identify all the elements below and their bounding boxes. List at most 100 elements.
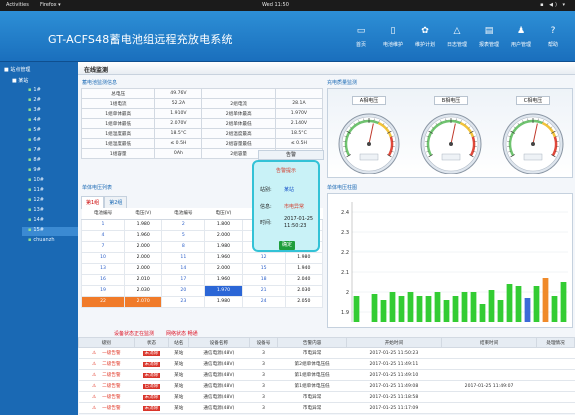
- alarm-cell-2: 某站: [168, 347, 189, 359]
- nav-button-battery[interactable]: ▯ 电池维护: [377, 26, 409, 48]
- voltage-gauge: [420, 113, 482, 174]
- alarm-cell-text: 某站: [174, 384, 184, 389]
- voltage-bar: [380, 300, 387, 322]
- tree-root[interactable]: ■ 站点管理: [4, 66, 30, 73]
- alarm-cell-text: 2017-01-25 11:49:07: [464, 383, 514, 389]
- tree-item[interactable]: ▪ 14#: [28, 217, 76, 226]
- info-label: 2组单体最低: [201, 118, 276, 129]
- cell-number: 13: [80, 262, 126, 275]
- cell-voltage: 2.050: [284, 295, 324, 308]
- tree-item[interactable]: ▪ 8#: [28, 157, 76, 166]
- info-row: 1组电流 52.2A 2组电流 28.1A: [80, 98, 324, 109]
- leaf-icon: ▪: [28, 217, 32, 223]
- cell-number: 12: [241, 251, 286, 264]
- tree-item[interactable]: ▪ 7#: [28, 147, 76, 156]
- alarm-cell-1: 未消除: [134, 391, 169, 403]
- tree-item[interactable]: ▪ 12#: [28, 197, 76, 206]
- tree-item[interactable]: ▪ 5#: [28, 127, 76, 136]
- info-label: 1组单体最低: [80, 118, 156, 129]
- cell-number: 18: [241, 273, 286, 286]
- leaf-icon: ▪: [28, 87, 32, 93]
- cell-number: 24: [241, 295, 286, 308]
- activities-button[interactable]: Activities: [6, 2, 29, 8]
- alarm-column-header: 状态: [133, 337, 170, 348]
- alarm-cell-7: [441, 369, 537, 381]
- voltage-bar: [488, 290, 495, 322]
- tree-item[interactable]: ▪ 2#: [28, 97, 76, 106]
- warning-icon: ⚠: [92, 395, 97, 400]
- cell-voltage: 1.980: [204, 295, 243, 308]
- alarm-cell-6: 2017-01-25 11:49:10: [346, 369, 442, 381]
- tree-item[interactable]: ▪ 11#: [28, 187, 76, 196]
- nav-button-report[interactable]: ▤ 报表管理: [473, 26, 505, 48]
- table-row: 13 2.000 14 2.000 15 1.940: [80, 262, 324, 275]
- info-label: 2组单体最高: [201, 108, 276, 119]
- alarm-cell-7: [441, 391, 537, 403]
- table-row[interactable]: ⚠ 一级告警 未消除 某站 通信电源(48V) 3 市电异常 2017-01-25 11:17…: [78, 402, 575, 414]
- alarm-column-header: 设备名称: [188, 337, 250, 348]
- table-row[interactable]: ⚠ 一级告警 未消除 某站 通信电源(48V) 3 市电异常 2017-01-25 11:18…: [78, 391, 575, 403]
- alarm-status-badge: 未消除: [142, 351, 161, 356]
- info-label: 2组电流: [201, 98, 276, 109]
- alarm-status-badge: 未消除: [142, 373, 161, 378]
- cell-voltage: 2.000: [204, 262, 243, 275]
- cell-number: 23: [161, 295, 206, 308]
- alarm-cell-5: 第1组单体电压低: [277, 369, 347, 381]
- info-value: 18.5°C: [154, 128, 203, 139]
- tree-item[interactable]: ▪ chuanzh: [28, 237, 76, 246]
- nav-label: 首页: [355, 42, 366, 48]
- tree-item[interactable]: ▪ 9#: [28, 167, 76, 176]
- alarm-cell-5: 第1组单体电压低: [277, 380, 347, 392]
- table-row[interactable]: ⚠ 二级告警 未消除 某站 通信电源(48V) 3 第1组单体电压低 2017-01-25 1…: [78, 369, 575, 381]
- tree-item[interactable]: ▪ 3#: [28, 107, 76, 116]
- alarm-cell-text: 某站: [174, 362, 184, 367]
- gauge-label: C相电压: [516, 96, 550, 105]
- table-row[interactable]: ⚠ 二级告警 已消除 某站 通信电源(48V) 3 第1组单体电压低 2017-01-25 1…: [78, 380, 575, 392]
- alarm-cell-text: 第1组单体电压低: [294, 373, 330, 378]
- app-title: GT-ACFS48蓄电池组远程充放电系统: [48, 33, 233, 46]
- nav-button-help[interactable]: ? 帮助: [537, 26, 569, 48]
- tree-item[interactable]: ▪ 13#: [28, 207, 76, 216]
- tree-item-label: chuanzh: [33, 237, 55, 243]
- table-row[interactable]: ⚠ 二级告警 未消除 某站 通信电源(48V) 3 第2组单体电压低 2017-01-25 1…: [78, 358, 575, 370]
- nav-button-monitor[interactable]: ▭ 首页: [345, 26, 377, 48]
- tree-item-label: 12#: [33, 197, 44, 203]
- app-menu[interactable]: Firefox ▾: [40, 2, 61, 8]
- table-row[interactable]: ⚠ 一级告警 未消除 某站 通信电源(48V) 3 市电异常 2017-01-25 11:50…: [78, 347, 575, 359]
- alarm-status-badge: 未消除: [142, 395, 161, 400]
- tree-item[interactable]: ▪ 4#: [28, 117, 76, 126]
- alarm-cell-0: ⚠ 一级告警: [78, 347, 135, 359]
- voltage-bar: [407, 292, 414, 322]
- cell-number: 7: [80, 240, 126, 253]
- alarm-cell-5: 市电异常: [277, 347, 347, 359]
- alarm-cell-text: 第1组单体电压低: [294, 384, 330, 389]
- alarm-table: 级别 状态 站名 设备名称 设备号 告警内容 开始时间 结束时间 处理情况 ⚠ 一级告警 未消除 某站通…: [78, 337, 575, 414]
- tree-item[interactable]: ▪ 10#: [28, 177, 76, 186]
- tree-item[interactable]: ▪ 15#: [22, 227, 78, 236]
- nav-button-gear[interactable]: ✿ 维护计划: [409, 26, 441, 48]
- main-content: 在线监测 蓄电池监测信息 总电压 49.76V 1组电流 52.2A 2组电流 28.1A…: [78, 62, 575, 415]
- voltage-bar: [506, 284, 513, 322]
- voltage-bar: [353, 296, 360, 322]
- voltage-bar: [533, 286, 540, 322]
- nav-label: 报表管理: [478, 42, 499, 48]
- alarm-cell-8: [536, 347, 575, 359]
- system-tray[interactable]: ▪ ◀) ▾: [540, 2, 567, 8]
- leaf-icon: ▪: [28, 237, 32, 243]
- nav-button-warning[interactable]: △ 日志管理: [441, 26, 473, 48]
- info-label: 1组温度最高: [80, 128, 156, 139]
- cell-panel-title: 单体电压列表: [82, 185, 113, 191]
- nav-button-user[interactable]: ♟ 用户管理: [505, 26, 537, 48]
- alarm-dialog-title: 告警: [258, 150, 324, 160]
- popup-ok-button[interactable]: 确定: [279, 241, 295, 250]
- main-nav: ▭ 首页 ▯ 电池维护 ✿ 维护计划 △ 日志管理 ▤ 报表管理 ♟ 用户管理? 帮助: [345, 26, 569, 48]
- tree-item[interactable]: ▪ 6#: [28, 137, 76, 146]
- info-row: 1组温度最低 ≤ 0.5H 2组容量最低 ≤ 0.5H: [80, 138, 324, 149]
- clock[interactable]: Wed 11:50: [262, 2, 289, 8]
- tree-group[interactable]: ■ 某站: [12, 77, 28, 84]
- tree-item[interactable]: ▪ 1#: [28, 87, 76, 96]
- tree-item-label: 2#: [33, 97, 41, 103]
- tree-item-label: 9#: [33, 167, 41, 173]
- alarm-cell-6: 2017-01-25 11:17:09: [346, 402, 442, 414]
- y-tick-label: 2: [346, 290, 349, 296]
